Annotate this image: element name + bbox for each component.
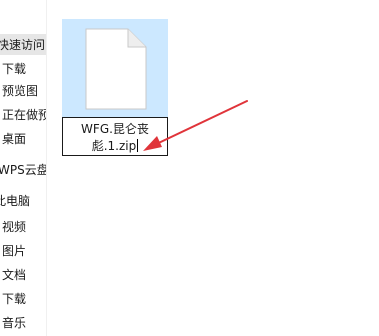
nav-item-wps-cloud[interactable]: WPS云盘 xyxy=(0,162,47,178)
red-arrow-annotation xyxy=(143,100,248,151)
nav-item-label: 文档 xyxy=(2,268,27,282)
file-name-line-1: WFG.昆仑丧 xyxy=(81,122,149,136)
navigation-pane: 快速访问 下载 预览图 正在做预 桌面 WPS云盘 此电脑 视频 图片 文档 下 xyxy=(0,0,47,336)
text-caret xyxy=(137,139,139,152)
nav-item-label: 视频 xyxy=(2,220,27,234)
file-name-line-2: 彪.1.zip xyxy=(63,138,167,154)
nav-item-pictures[interactable]: 图片 xyxy=(2,243,26,259)
nav-item-label: 正在做预 xyxy=(2,108,47,122)
nav-item-music[interactable]: 音乐 xyxy=(2,315,26,331)
nav-item-desktop[interactable]: 桌面 xyxy=(2,131,26,147)
nav-item-videos[interactable]: 视频 xyxy=(2,219,26,235)
file-explorer-window: 快速访问 下载 预览图 正在做预 桌面 WPS云盘 此电脑 视频 图片 文档 下 xyxy=(0,0,379,336)
file-rename-input[interactable]: WFG.昆仑丧 彪.1.zip xyxy=(62,117,168,156)
nav-item-label: 此电脑 xyxy=(0,194,31,208)
nav-item-this-pc[interactable]: 此电脑 xyxy=(0,193,30,209)
nav-item-preview-images[interactable]: 预览图 xyxy=(2,83,38,99)
nav-item-label: 快速访问 xyxy=(0,38,46,52)
nav-item-label: 音乐 xyxy=(2,316,27,330)
nav-item-label: WPS云盘 xyxy=(0,163,47,177)
nav-item-downloads-2[interactable]: 下载 xyxy=(2,291,26,307)
file-name-line-2-text: 彪.1.zip xyxy=(91,139,137,153)
nav-item-label: 下载 xyxy=(2,292,27,306)
nav-item-downloads[interactable]: 下载 xyxy=(2,61,26,77)
nav-item-label: 桌面 xyxy=(2,132,27,146)
generic-file-icon xyxy=(85,28,147,110)
nav-item-label: 下载 xyxy=(2,62,27,76)
nav-item-label: 预览图 xyxy=(2,84,39,98)
nav-item-quick-access[interactable]: 快速访问 xyxy=(0,34,46,55)
nav-item-documents[interactable]: 文档 xyxy=(2,267,26,283)
file-item-selected[interactable] xyxy=(62,19,168,117)
nav-item-label: 图片 xyxy=(2,244,27,258)
nav-item-in-progress[interactable]: 正在做预 xyxy=(2,107,47,123)
